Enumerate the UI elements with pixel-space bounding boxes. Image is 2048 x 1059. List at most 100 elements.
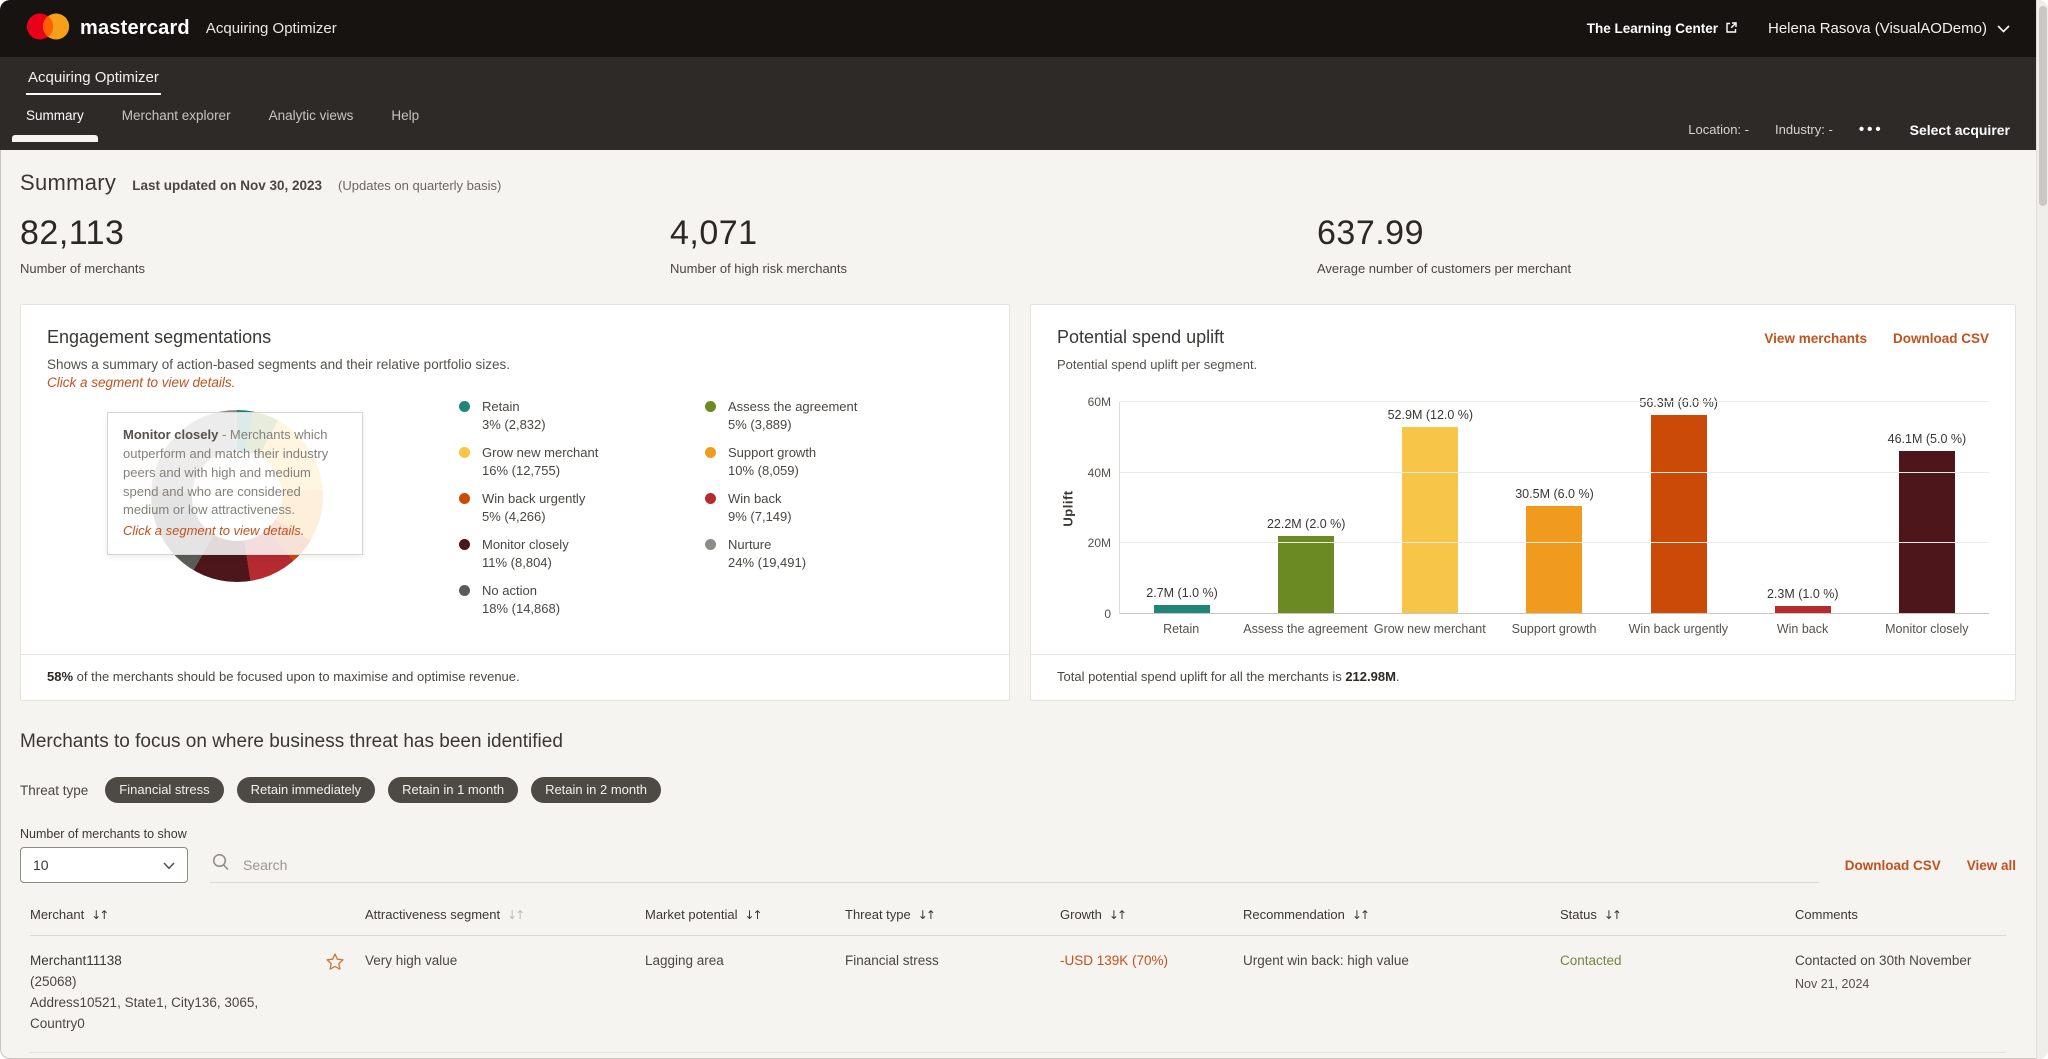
sort-icon[interactable]: ↓↑ (1109, 908, 1125, 922)
uplift-footnote-total: 212.98M (1345, 669, 1396, 684)
product-tab[interactable]: Acquiring Optimizer (26, 57, 161, 95)
tab-merchant-explorer[interactable]: Merchant explorer (122, 102, 231, 142)
legend-item-assess-the-agreement[interactable]: Assess the agreement5% (3,889) (705, 398, 905, 433)
growth-cell: -USD 139K (70%) (1060, 951, 1243, 1035)
vertical-scrollbar[interactable] (2036, 0, 2048, 1059)
user-menu[interactable]: Helena Rasova (VisualAODemo) (1768, 20, 2010, 37)
view-all-link[interactable]: View all (1967, 858, 2016, 873)
y-tick-label: 40M (1088, 466, 1111, 480)
column-header-merchant[interactable]: Merchant↓↑ (30, 907, 365, 922)
column-header-market-potential[interactable]: Market potential↓↑ (645, 907, 845, 922)
legend-item-win-back-urgently[interactable]: Win back urgently5% (4,266) (459, 490, 659, 525)
bar-rect[interactable] (1526, 506, 1582, 614)
learning-center-label: The Learning Center (1587, 21, 1718, 36)
threat-chip-financial-stress[interactable]: Financial stress (105, 777, 223, 803)
merchant-name[interactable]: Merchant11138 (30, 951, 311, 972)
bar-rect[interactable] (1402, 427, 1458, 614)
chart-bars: 2.7M (1.0 %) 22.2M (2.0 %) 52.9M (12.0 %)3… (1120, 396, 1989, 614)
legend-text: Win back9% (7,149) (728, 490, 792, 525)
bar-monitor-closely[interactable]: 46.1M (5.0 %) (1865, 396, 1989, 614)
table-row[interactable]: Merchant23612(108406)State11, City3917, … (30, 1053, 2006, 1059)
engagement-details-link[interactable]: Click a segment to view details. (47, 375, 983, 390)
scrollbar-thumb[interactable] (2039, 6, 2047, 206)
sort-icon[interactable]: ↓↑ (1604, 908, 1620, 922)
star-icon[interactable] (325, 952, 345, 972)
learning-center-link[interactable]: The Learning Center (1587, 21, 1738, 37)
bar-grow-new-merchant[interactable]: 52.9M (12.0 %) (1368, 396, 1492, 614)
mastercard-logo-icon (26, 13, 70, 45)
bar-retain[interactable]: 2.7M (1.0 %) (1120, 396, 1244, 614)
bar-support-growth[interactable]: 30.5M (6.0 %) (1492, 396, 1616, 614)
app-window: mastercard Acquiring Optimizer The Learn… (0, 0, 2048, 1059)
search-box[interactable] (210, 847, 1819, 883)
merchants-section-title: Merchants to focus on where business thr… (20, 731, 2016, 753)
segment-tooltip: Monitor closely - Merchants which outper… (107, 412, 363, 555)
column-header-attractiveness-segment[interactable]: Attractiveness segment↓↑ (365, 907, 645, 922)
merchant-count-select[interactable]: 10 (20, 847, 188, 883)
bar-value-label: 22.2M (2.0 %) (1267, 517, 1346, 531)
bar-win-back[interactable]: 2.3M (1.0 %) (1741, 396, 1865, 614)
tooltip-details-link[interactable]: Click a segment to view details. (123, 522, 347, 541)
select-acquirer-button[interactable]: Select acquirer (1910, 122, 2010, 138)
tab-analytic-views[interactable]: Analytic views (269, 102, 354, 142)
sort-icon[interactable]: ↓↑ (918, 908, 934, 922)
chevron-down-icon (1997, 20, 2010, 37)
overflow-menu-icon[interactable]: ••• (1859, 121, 1884, 138)
legend-dot-icon (459, 539, 470, 550)
kpi-row: 82,113Number of merchants4,071Number of … (20, 214, 2016, 276)
tab-summary[interactable]: Summary (26, 102, 84, 142)
table-row[interactable]: Merchant11138(25068)Address10521, State1… (30, 936, 2006, 1053)
threat-chip-retain-in-1-month[interactable]: Retain in 1 month (388, 777, 518, 803)
sort-icon[interactable]: ↓↑ (1352, 908, 1368, 922)
uplift-download-csv-link[interactable]: Download CSV (1893, 331, 1989, 346)
bar-win-back-urgently[interactable]: 56.3M (6.0 %) (1617, 396, 1741, 614)
merchant-table-header: Merchant↓↑Attractiveness segment↓↑Market… (30, 897, 2006, 936)
column-header-growth[interactable]: Growth ↓↑ (1060, 907, 1243, 922)
column-header-recommendation[interactable]: Recommendation↓↑ (1243, 907, 1560, 922)
tab-help[interactable]: Help (391, 102, 419, 142)
legend-dot-icon (705, 539, 716, 550)
industry-filter[interactable]: Industry: - (1775, 122, 1833, 137)
legend-text: Grow new merchant16% (12,755) (482, 444, 598, 479)
app-title: Acquiring Optimizer (206, 20, 337, 37)
kpi-label: Number of high risk merchants (670, 261, 1317, 276)
sort-icon[interactable]: ↓↑ (507, 908, 523, 922)
legend-text: Win back urgently5% (4,266) (482, 490, 585, 525)
sort-icon[interactable]: ↓↑ (91, 908, 107, 922)
sort-icon[interactable]: ↓↑ (745, 908, 761, 922)
favorite-toggle[interactable] (325, 951, 365, 1035)
legend-item-win-back[interactable]: Win back9% (7,149) (705, 490, 905, 525)
tooltip-title: Monitor closely (123, 427, 218, 442)
bar-rect[interactable] (1651, 415, 1707, 614)
legend-text: Monitor closely11% (8,804) (482, 536, 569, 571)
column-label: Growth (1060, 907, 1102, 922)
legend-item-no-action[interactable]: No action18% (14,868) (459, 582, 659, 617)
brand: mastercard (26, 13, 190, 45)
industry-label: Industry: (1775, 122, 1825, 137)
view-merchants-link[interactable]: View merchants (1764, 331, 1867, 346)
column-header-status[interactable]: Status↓↑ (1560, 907, 1795, 922)
last-updated: Last updated on Nov 30, 2023 (132, 178, 322, 193)
legend-item-support-growth[interactable]: Support growth10% (8,059) (705, 444, 905, 479)
bar-rect[interactable] (1899, 451, 1955, 614)
legend-item-monitor-closely[interactable]: Monitor closely11% (8,804) (459, 536, 659, 571)
search-input[interactable] (241, 856, 1819, 874)
search-icon (210, 852, 231, 878)
legend-item-nurture[interactable]: Nurture24% (19,491) (705, 536, 905, 571)
bar-assess-the-agreement[interactable]: 22.2M (2.0 %) (1244, 396, 1368, 614)
merchant-address: Address10521, State1, City136, 3065, Cou… (30, 993, 311, 1035)
bar-value-label: 2.7M (1.0 %) (1146, 586, 1218, 600)
bar-rect[interactable] (1278, 536, 1334, 614)
uplift-footnote-end: . (1396, 669, 1400, 684)
legend-dot-icon (459, 447, 470, 458)
threat-chip-retain-immediately[interactable]: Retain immediately (237, 777, 376, 803)
y-tick-label: 0 (1104, 607, 1111, 621)
column-header-comments: Comments (1795, 907, 2006, 922)
legend-item-grow-new-merchant[interactable]: Grow new merchant16% (12,755) (459, 444, 659, 479)
legend-item-retain[interactable]: Retain3% (2,832) (459, 398, 659, 433)
chart-plot-area: 2.7M (1.0 %)22.2M (2.0 %)52.9M (12.0 %)3… (1119, 402, 1989, 614)
threat-chip-retain-in-2-month[interactable]: Retain in 2 month (531, 777, 661, 803)
column-header-threat-type[interactable]: Threat type↓↑ (845, 907, 1060, 922)
location-filter[interactable]: Location: - (1688, 122, 1749, 137)
table-download-csv-link[interactable]: Download CSV (1845, 858, 1941, 873)
